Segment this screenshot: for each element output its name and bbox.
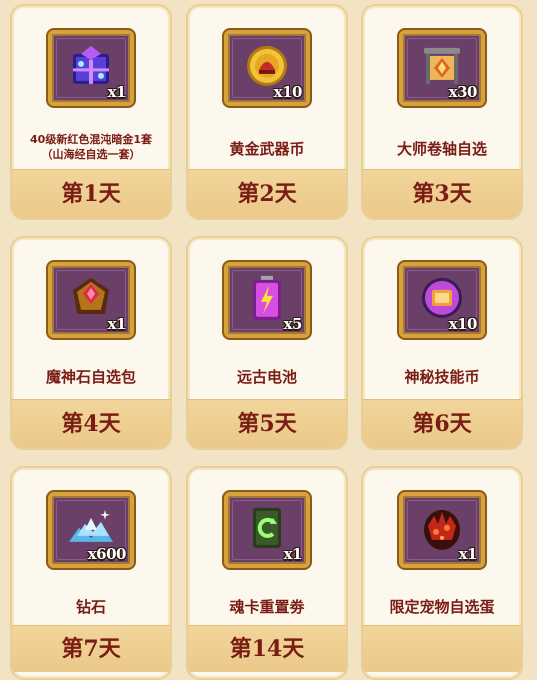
reward-card-day-7[interactable]: x600 钻石 第7天 <box>10 466 172 680</box>
item-quantity: x5 <box>283 315 303 333</box>
item-quantity: x1 <box>107 315 127 333</box>
reward-card-day-3[interactable]: x30 大师卷轴自选 第3天 <box>361 4 523 220</box>
item-quantity: x1 <box>458 545 478 563</box>
reward-card-day-2[interactable]: x10 黄金武器币 第2天 <box>186 4 348 220</box>
item-quantity: x10 <box>448 315 478 333</box>
item-name-line-2: （山海经自选一套） <box>41 148 141 161</box>
item-quantity: x600 <box>87 545 127 563</box>
item-frame: x30 <box>399 30 485 106</box>
item-frame: x1 <box>48 30 134 106</box>
reward-card-day-1[interactable]: x1 40级新红色混沌暗金1套 （山海经自选一套） 第1天 <box>10 4 172 220</box>
item-name: 钻石 <box>75 598 106 616</box>
item-quantity: x10 <box>273 83 303 101</box>
item-frame: x1 <box>399 492 485 568</box>
item-name: 远古电池 <box>236 368 297 386</box>
item-frame: x10 <box>224 30 310 106</box>
item-frame: x600 <box>48 492 134 568</box>
reward-grid: x1 40级新红色混沌暗金1套 （山海经自选一套） 第1天 x10 黄金武器币 … <box>0 0 537 680</box>
day-label: 第1天 <box>12 169 170 218</box>
reward-card-day-6[interactable]: x10 神秘技能币 第6天 <box>361 236 523 450</box>
item-name: 限定宠物自选蛋 <box>389 598 495 616</box>
day-label: 第14天 <box>188 625 346 672</box>
item-frame: x10 <box>399 262 485 338</box>
reward-card-pet-egg[interactable]: x1 限定宠物自选蛋 <box>361 466 523 680</box>
item-name: 40级新红色混沌暗金1套 （山海经自选一套） <box>12 132 170 162</box>
item-frame: x1 <box>48 262 134 338</box>
day-label: 第3天 <box>363 169 521 218</box>
day-label: 第2天 <box>188 169 346 218</box>
item-name: 大师卷轴自选 <box>396 140 487 158</box>
day-label: 第5天 <box>188 399 346 448</box>
item-quantity: x1 <box>283 545 303 563</box>
item-quantity: x30 <box>448 83 478 101</box>
item-frame: x5 <box>224 262 310 338</box>
reward-card-day-4[interactable]: x1 魔神石自选包 第4天 <box>10 236 172 450</box>
item-frame: x1 <box>224 492 310 568</box>
item-name: 魂卡重置劵 <box>229 598 305 616</box>
reward-card-day-5[interactable]: x5 远古电池 第5天 <box>186 236 348 450</box>
item-name-line-1: 40级新红色混沌暗金1套 <box>30 133 152 146</box>
item-name: 神秘技能币 <box>404 368 480 386</box>
day-label: 第6天 <box>363 399 521 448</box>
item-quantity: x1 <box>107 83 127 101</box>
day-label: 第7天 <box>12 625 170 672</box>
day-label: 第4天 <box>12 399 170 448</box>
reward-card-day-14[interactable]: x1 魂卡重置劵 第14天 <box>186 466 348 680</box>
item-name: 黄金武器币 <box>229 140 305 158</box>
item-name: 魔神石自选包 <box>45 368 136 386</box>
day-label <box>363 625 521 672</box>
